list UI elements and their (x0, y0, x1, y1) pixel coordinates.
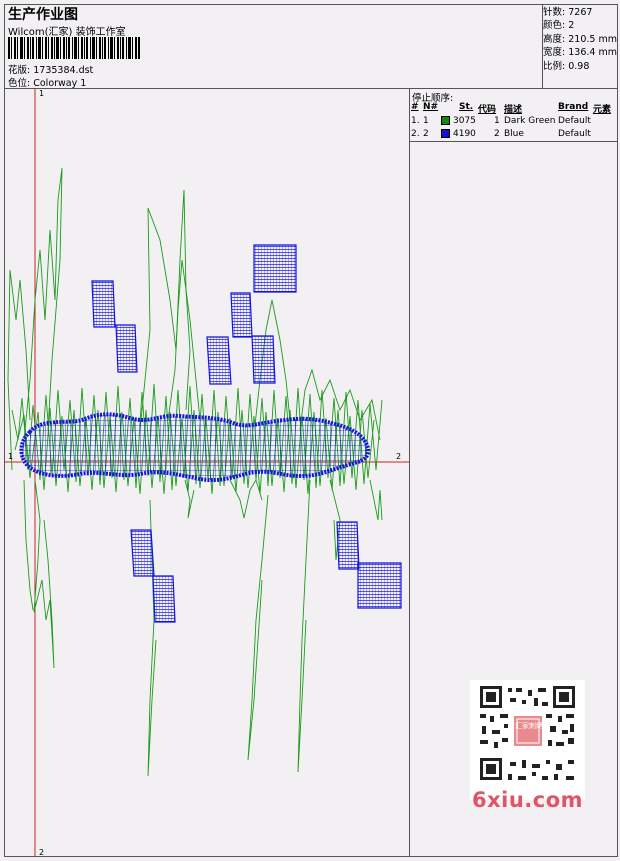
satin-block (152, 575, 176, 623)
fill-region (19, 412, 371, 483)
row-index: 1. (411, 116, 420, 126)
row-description: Dark Green (504, 116, 556, 126)
axis-label-h-right: 2 (396, 452, 402, 461)
color-swatch-blue (441, 129, 450, 138)
stat-stitches: 针数: 7267 (543, 6, 618, 19)
satin-block (357, 562, 402, 609)
satin-block (115, 324, 138, 373)
satin-block (206, 336, 232, 385)
stat-width: 宽度: 136.4 mm (543, 46, 618, 59)
row-index: 2. (411, 129, 420, 139)
col-index: # (411, 102, 419, 112)
sheet-title: 生产作业图 (8, 7, 78, 23)
col-needle: N# (423, 102, 439, 112)
col-brand: Brand (558, 102, 589, 112)
design-file-row: 花版: 1735384.dst (8, 62, 93, 76)
stat-label: 针数: (543, 7, 566, 18)
site-watermark: 6xiu.com (472, 788, 584, 812)
embroidery-preview (5, 89, 409, 856)
stat-value: 7267 (568, 7, 593, 18)
stat-value: 0.98 (568, 60, 590, 72)
stat-value: 136.4 mm (568, 47, 617, 59)
color-swatch-green (441, 116, 450, 125)
satin-block (253, 244, 297, 293)
studio-name: Wilcom(汇家) 装饰工作室 (8, 27, 126, 38)
panel-divider (409, 88, 410, 857)
row-needle: 1 (423, 116, 429, 126)
qr-center-badge: 汇家刺绣 (515, 723, 543, 730)
satin-block (336, 521, 360, 570)
colorway-row: 色位: Colorway 1 (8, 75, 86, 89)
satin-block (130, 529, 155, 577)
axis-label-v-bottom: 2 (39, 848, 45, 857)
blue-fill-shape (19, 412, 371, 483)
row-code: 2 (494, 129, 500, 139)
satin-block (91, 280, 116, 328)
stat-height: 高度: 210.5 mm (543, 33, 618, 46)
row-stitches: 3075 (453, 116, 476, 126)
stat-label: 宽度: (543, 47, 566, 59)
stat-label: 颜色: (543, 20, 566, 32)
design-stats: 针数: 7267 颜色: 2 高度: 210.5 mm 宽度: 136.4 mm… (542, 4, 618, 89)
stat-value: 2 (568, 20, 575, 32)
row-description: Blue (504, 129, 524, 139)
satin-block (251, 335, 276, 384)
stat-value: 210.5 mm (568, 33, 617, 45)
col-element: 元素 (593, 105, 612, 115)
col-stitches: St. (459, 102, 474, 112)
col-description: 描述 (504, 105, 523, 115)
barcode-image (8, 37, 140, 59)
row-brand: Default (558, 116, 591, 126)
row-needle: 2 (423, 129, 429, 139)
stat-label: 比例: (543, 60, 566, 72)
stat-colors: 颜色: 2 (543, 19, 618, 32)
row-code: 1 (494, 116, 500, 126)
row-brand: Default (558, 129, 591, 139)
row-stitches: 4190 (453, 129, 476, 139)
stat-scale: 比例: 0.98 (543, 60, 618, 73)
satin-block (230, 292, 253, 338)
axis-label-v-top: 1 (39, 89, 45, 98)
col-code: 代码 (478, 105, 497, 115)
axis-label-h-left: 1 (8, 452, 14, 461)
stoplist-divider (409, 141, 618, 142)
stat-label: 高度: (543, 33, 566, 45)
